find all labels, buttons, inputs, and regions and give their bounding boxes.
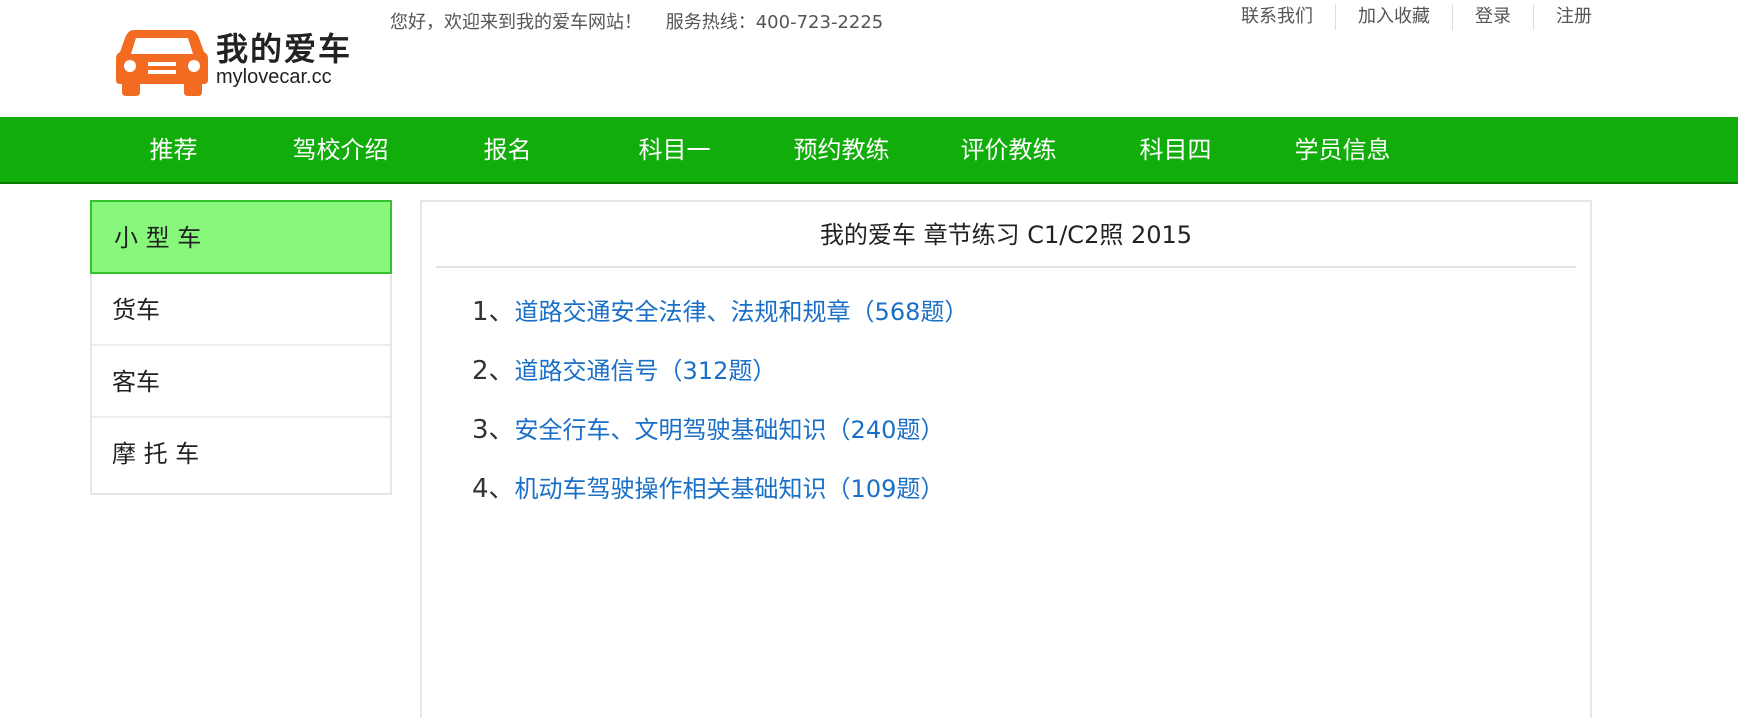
- site-logo[interactable]: 我的爱车 mylovecar.cc: [116, 20, 356, 100]
- chapter-number: 2、: [472, 356, 515, 386]
- list-item: 1、道路交通安全法律、法规和规章（568题）: [472, 292, 968, 351]
- chapter-link[interactable]: 道路交通信号（312题）: [515, 357, 777, 385]
- chapter-number: 4、: [472, 474, 515, 504]
- contact-us-link[interactable]: 联系我们: [1219, 4, 1335, 30]
- site-header: 我的爱车 mylovecar.cc 您好，欢迎来到我的爱车网站！ 服务热线：40…: [0, 0, 1738, 117]
- logo-title: 我的爱车: [216, 30, 353, 68]
- register-link[interactable]: 注册: [1533, 4, 1592, 30]
- login-link[interactable]: 登录: [1452, 4, 1533, 30]
- nav-item-signup[interactable]: 报名: [424, 117, 591, 184]
- list-item: 4、机动车驾驶操作相关基础知识（109题）: [472, 469, 968, 528]
- nav-item-subject-four[interactable]: 科目四: [1092, 117, 1259, 184]
- car-logo-icon: [116, 30, 208, 96]
- chapter-list: 1、道路交通安全法律、法规和规章（568题） 2、道路交通信号（312题） 3、…: [472, 292, 968, 528]
- sidebar-item-motorcycle[interactable]: 摩 托 车: [92, 418, 390, 490]
- sidebar-item-truck[interactable]: 货车: [92, 274, 390, 346]
- main-nav: 推荐 驾校介绍 报名 科目一 预约教练 评价教练 科目四 学员信息: [0, 117, 1738, 184]
- nav-item-recommend[interactable]: 推荐: [90, 117, 257, 184]
- hotline-text: 服务热线：400-723-2225: [665, 12, 884, 33]
- nav-item-student-info[interactable]: 学员信息: [1259, 117, 1426, 184]
- top-links: 联系我们 加入收藏 登录 注册: [1219, 4, 1592, 30]
- nav-item-school-intro[interactable]: 驾校介绍: [257, 117, 424, 184]
- chapter-link[interactable]: 道路交通安全法律、法规和规章（568题）: [515, 298, 969, 326]
- vehicle-type-sidebar: 小 型 车 货车 客车 摩 托 车: [90, 200, 392, 495]
- chapter-number: 1、: [472, 297, 515, 327]
- welcome-bar: 您好，欢迎来到我的爱车网站！ 服务热线：400-723-2225: [390, 8, 883, 34]
- sidebar-item-bus[interactable]: 客车: [92, 346, 390, 418]
- add-favorite-link[interactable]: 加入收藏: [1335, 4, 1452, 30]
- sidebar-item-small-car[interactable]: 小 型 车: [90, 200, 392, 274]
- logo-subtitle: mylovecar.cc: [216, 66, 332, 88]
- nav-item-book-coach[interactable]: 预约教练: [758, 117, 925, 184]
- chapter-practice-panel: 我的爱车 章节练习 C1/C2照 2015 1、道路交通安全法律、法规和规章（5…: [420, 200, 1592, 718]
- welcome-text: 您好，欢迎来到我的爱车网站！: [390, 12, 642, 33]
- chapter-number: 3、: [472, 415, 515, 445]
- nav-item-rate-coach[interactable]: 评价教练: [925, 117, 1092, 184]
- list-item: 3、安全行车、文明驾驶基础知识（240题）: [472, 410, 968, 469]
- panel-title: 我的爱车 章节练习 C1/C2照 2015: [436, 202, 1576, 268]
- chapter-link[interactable]: 机动车驾驶操作相关基础知识（109题）: [515, 475, 945, 503]
- list-item: 2、道路交通信号（312题）: [472, 351, 968, 410]
- nav-item-subject-one[interactable]: 科目一: [591, 117, 758, 184]
- chapter-link[interactable]: 安全行车、文明驾驶基础知识（240题）: [515, 416, 945, 444]
